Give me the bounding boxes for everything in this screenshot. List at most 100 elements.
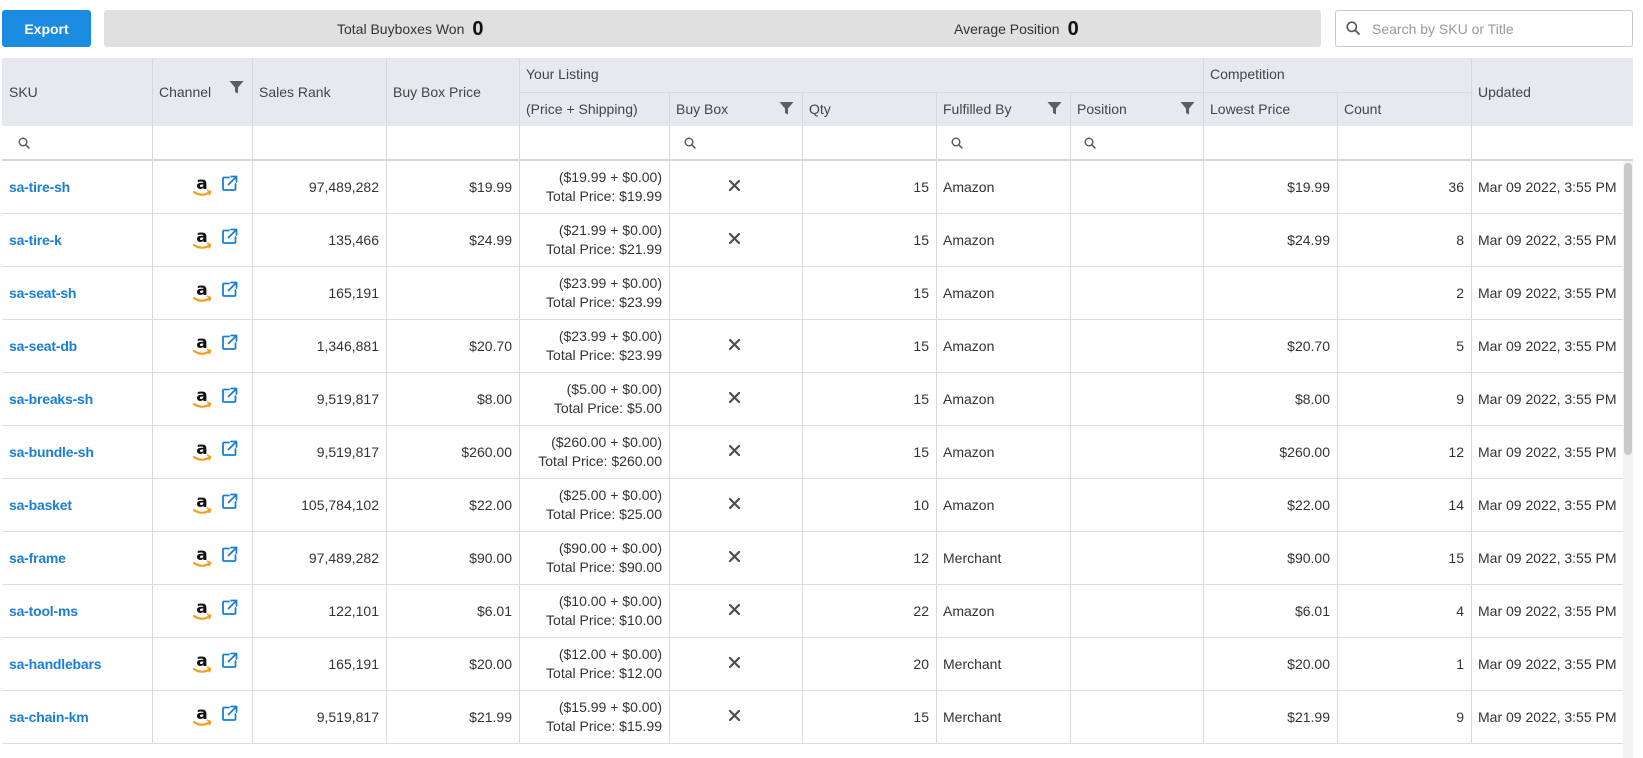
amazon-icon: a [193, 176, 212, 196]
updated-cell: Mar 09 2022, 3:55 PM [1478, 232, 1617, 248]
table-row[interactable]: sa-tool-ms a 122,101 $6.01 ($10.00 + $0.… [2, 585, 1633, 638]
filter-icon[interactable] [1180, 101, 1195, 116]
table-row[interactable]: sa-bundle-sh a 9,519,817 $260.00 ($260.0… [2, 426, 1633, 479]
sku-link[interactable]: sa-tire-k [2, 214, 152, 266]
position-cell [1070, 426, 1203, 478]
close-icon [729, 180, 740, 191]
column-label: Fulfilled By [943, 101, 1012, 117]
position-cell [1070, 214, 1203, 266]
external-link-icon[interactable] [221, 334, 238, 351]
table-row[interactable]: sa-handlebars a 165,191 $20.00 ($12.00 +… [2, 638, 1633, 691]
updated-cell: Mar 09 2022, 3:55 PM [1478, 497, 1617, 513]
external-link-icon[interactable] [221, 705, 238, 722]
close-icon [729, 392, 740, 403]
filter-icon[interactable] [779, 101, 794, 116]
updated-cell: Mar 09 2022, 3:55 PM [1478, 656, 1617, 672]
search-icon[interactable] [684, 137, 696, 149]
sku-link[interactable]: sa-frame [2, 532, 152, 584]
column-header-lowest-price[interactable]: Lowest Price [1203, 93, 1337, 126]
lowest-price-cell: $24.99 [1287, 232, 1330, 248]
lowest-price-cell: $22.00 [1287, 497, 1330, 513]
channel-cell: a [152, 214, 252, 266]
search-icon[interactable] [18, 137, 30, 149]
external-link-icon[interactable] [221, 387, 238, 404]
column-label: Sales Rank [259, 84, 331, 100]
external-link-icon[interactable] [221, 440, 238, 457]
price-shipping-cell: ($5.00 + $0.00) Total Price: $5.00 [519, 373, 669, 425]
table-row[interactable]: sa-tire-k a 135,466 $24.99 ($21.99 + $0.… [2, 214, 1633, 267]
table-row[interactable]: sa-chain-km a 9,519,817 $21.99 ($15.99 +… [2, 691, 1633, 744]
sku-link[interactable]: sa-seat-sh [2, 267, 152, 319]
column-header-sales-rank[interactable]: Sales Rank [252, 58, 386, 126]
filter-icon[interactable] [1047, 101, 1062, 116]
qty-cell: 22 [913, 603, 929, 619]
vertical-scrollbar[interactable] [1623, 161, 1633, 758]
sku-link[interactable]: sa-bundle-sh [2, 426, 152, 478]
sku-link[interactable]: sa-breaks-sh [2, 373, 152, 425]
updated-cell: Mar 09 2022, 3:55 PM [1478, 285, 1617, 301]
buy-box-cell [669, 691, 802, 743]
stat-value: 0 [1067, 18, 1079, 40]
channel-cell: a [152, 691, 252, 743]
column-header-qty[interactable]: Qty [802, 93, 936, 126]
sku-link[interactable]: sa-seat-db [2, 320, 152, 372]
qty-cell: 20 [913, 656, 929, 672]
sku-link[interactable]: sa-chain-km [2, 691, 152, 743]
column-label: Position [1077, 101, 1127, 117]
search-icon[interactable] [1084, 137, 1096, 149]
stat-value: 0 [472, 18, 484, 40]
total-price-line: Total Price: $21.99 [546, 241, 662, 257]
updated-cell: Mar 09 2022, 3:55 PM [1478, 338, 1617, 354]
filter-icon[interactable] [229, 80, 244, 95]
search-box[interactable] [1335, 10, 1633, 47]
column-header-position[interactable]: Position [1070, 93, 1203, 126]
external-link-icon[interactable] [221, 228, 238, 245]
external-link-icon[interactable] [221, 546, 238, 563]
fulfilled-by-cell: Amazon [943, 497, 995, 513]
fulfilled-by-cell: Merchant [943, 656, 1002, 672]
sales-rank-cell: 9,519,817 [316, 709, 379, 725]
export-button[interactable]: Export [2, 10, 91, 47]
column-header-buy-box[interactable]: Buy Box [669, 93, 802, 126]
column-header-channel[interactable]: Channel [152, 58, 252, 126]
position-cell [1070, 267, 1203, 319]
table-row[interactable]: sa-breaks-sh a 9,519,817 $8.00 ($5.00 + … [2, 373, 1633, 426]
updated-cell: Mar 09 2022, 3:55 PM [1478, 391, 1617, 407]
table-row[interactable]: sa-basket a 105,784,102 $22.00 ($25.00 +… [2, 479, 1633, 532]
channel-cell: a [152, 161, 252, 213]
close-icon [729, 233, 740, 244]
external-link-icon[interactable] [221, 493, 238, 510]
position-cell [1070, 320, 1203, 372]
column-header-count[interactable]: Count [1337, 93, 1471, 126]
qty-cell: 15 [913, 709, 929, 725]
lowest-price-cell [1203, 267, 1337, 319]
buy-box-price-cell: $8.00 [476, 391, 512, 407]
external-link-icon[interactable] [221, 652, 238, 669]
column-header-fulfilled-by[interactable]: Fulfilled By [936, 93, 1070, 126]
table-row[interactable]: sa-tire-sh a 97,489,282 $19.99 ($19.99 +… [2, 161, 1633, 214]
table-row[interactable]: sa-seat-sh a 165,191 ($23.99 + $0.00) To… [2, 267, 1633, 320]
column-header-buy-box-price[interactable]: Buy Box Price [386, 58, 519, 126]
column-header-updated[interactable]: Updated [1471, 58, 1633, 126]
buy-box-cell [669, 479, 802, 531]
sku-link[interactable]: sa-tire-sh [2, 161, 152, 213]
sku-link[interactable]: sa-handlebars [2, 638, 152, 690]
sku-link[interactable]: sa-basket [2, 479, 152, 531]
table-row[interactable]: sa-seat-db a 1,346,881 $20.70 ($23.99 + … [2, 320, 1633, 373]
count-cell: 4 [1456, 603, 1464, 619]
scrollbar-thumb[interactable] [1624, 163, 1632, 455]
search-icon[interactable] [951, 137, 963, 149]
external-link-icon[interactable] [221, 599, 238, 616]
column-header-sku[interactable]: SKU [2, 58, 152, 126]
external-link-icon[interactable] [221, 281, 238, 298]
lowest-price-cell: $90.00 [1287, 550, 1330, 566]
column-header-price-shipping[interactable]: (Price + Shipping) [519, 93, 669, 126]
updated-cell: Mar 09 2022, 3:55 PM [1478, 709, 1617, 725]
column-label: (Price + Shipping) [526, 101, 638, 117]
sku-link[interactable]: sa-tool-ms [2, 585, 152, 637]
search-input[interactable] [1370, 17, 1629, 41]
table-row[interactable]: sa-frame a 97,489,282 $90.00 ($90.00 + $… [2, 532, 1633, 585]
channel-cell: a [152, 373, 252, 425]
external-link-icon[interactable] [221, 175, 238, 192]
price-shipping-cell: ($15.99 + $0.00) Total Price: $15.99 [519, 691, 669, 743]
